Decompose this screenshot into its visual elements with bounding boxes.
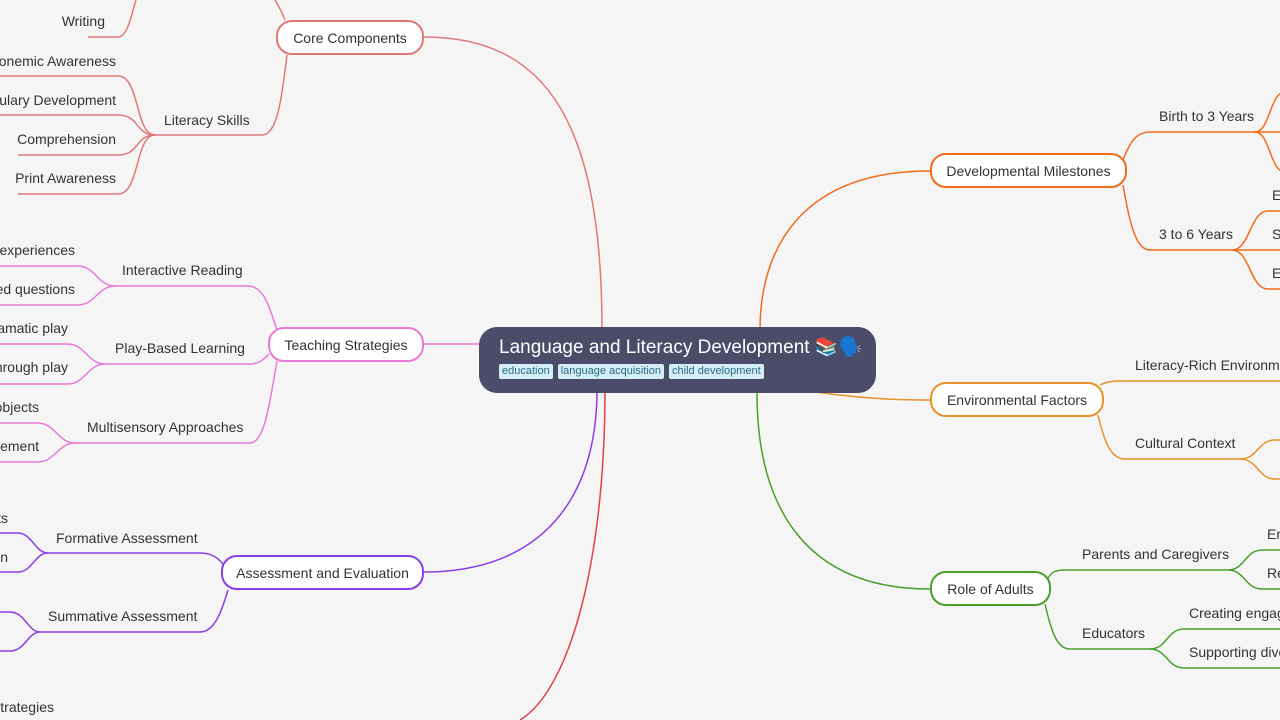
books-speaking-emoji-icon: 📚🗣️ bbox=[814, 337, 863, 358]
node-comprehension[interactable]: Comprehension bbox=[17, 130, 116, 148]
node-writing[interactable]: Writing bbox=[62, 12, 105, 30]
edge-root-core bbox=[423, 36, 603, 331]
edge-root-environmental bbox=[814, 391, 931, 401]
branch-developmental-milestones[interactable]: Developmental Milestones bbox=[930, 153, 1127, 188]
leaf-node[interactable]: objects bbox=[0, 398, 39, 416]
leaf-node[interactable]: n bbox=[0, 548, 8, 566]
node-strategies-fragment[interactable]: strategies bbox=[0, 698, 54, 716]
node-parents-caregivers[interactable]: Parents and Caregivers bbox=[1082, 545, 1229, 563]
branch-role-of-adults[interactable]: Role of Adults bbox=[930, 571, 1051, 606]
leaf-node[interactable]: E bbox=[1272, 264, 1280, 282]
edge-root-role bbox=[756, 392, 931, 590]
leaf-node[interactable]: S bbox=[1272, 225, 1280, 243]
tag[interactable]: child development bbox=[669, 364, 764, 379]
node-vocabulary-development[interactable]: Vocabulary Development bbox=[0, 91, 116, 109]
node-phonemic-awareness[interactable]: Phonemic Awareness bbox=[0, 52, 116, 70]
node-formative-assessment[interactable]: Formative Assessment bbox=[56, 529, 198, 547]
edge-core-up bbox=[274, 0, 286, 21]
edge-root-assessment bbox=[423, 389, 598, 573]
leaf-node[interactable]: Em bbox=[1267, 525, 1280, 543]
leaf-node[interactable]: ts bbox=[0, 509, 8, 527]
root-node[interactable]: Language and Literacy Development 📚🗣️ ed… bbox=[479, 327, 876, 393]
node-print-awareness[interactable]: Print Awareness bbox=[15, 169, 116, 187]
leaf-node[interactable]: E bbox=[1272, 186, 1280, 204]
node-literacy-rich-environment[interactable]: Literacy-Rich Environme bbox=[1135, 356, 1280, 374]
node-summative-assessment[interactable]: Summative Assessment bbox=[48, 607, 197, 625]
leaf-node[interactable]: ement bbox=[0, 437, 39, 455]
tag[interactable]: education bbox=[499, 364, 553, 379]
node-literacy-skills[interactable]: Literacy Skills bbox=[164, 111, 250, 129]
leaf-node[interactable]: amatic play bbox=[0, 319, 68, 337]
leaf-node[interactable]: Re bbox=[1267, 564, 1280, 582]
leaf-node[interactable]: Supporting dive bbox=[1189, 643, 1280, 661]
branch-environmental-factors[interactable]: Environmental Factors bbox=[930, 382, 1104, 417]
node-multisensory-approaches[interactable]: Multisensory Approaches bbox=[87, 418, 243, 436]
root-title: Language and Literacy Development 📚🗣️ bbox=[499, 337, 863, 358]
tag[interactable]: language acquisition bbox=[557, 364, 665, 379]
node-cultural-context[interactable]: Cultural Context bbox=[1135, 434, 1235, 452]
leaf-node[interactable]: Creating engag bbox=[1189, 604, 1280, 622]
branch-core-components[interactable]: Core Components bbox=[276, 20, 424, 55]
node-3-to-6-years[interactable]: 3 to 6 Years bbox=[1159, 225, 1233, 243]
node-birth-to-3-years[interactable]: Birth to 3 Years bbox=[1159, 107, 1254, 125]
node-play-based-learning[interactable]: Play-Based Learning bbox=[115, 339, 245, 357]
root-tags: education language acquisition child dev… bbox=[499, 364, 876, 379]
leaf-node[interactable]: experiences bbox=[0, 241, 75, 259]
node-educators[interactable]: Educators bbox=[1082, 624, 1145, 642]
edge-root-developmental bbox=[759, 170, 931, 331]
branch-teaching-strategies[interactable]: Teaching Strategies bbox=[268, 327, 424, 362]
node-interactive-reading[interactable]: Interactive Reading bbox=[122, 261, 243, 279]
leaf-node[interactable]: hrough play bbox=[0, 358, 68, 376]
leaf-node[interactable]: ed questions bbox=[0, 280, 75, 298]
branch-assessment-evaluation[interactable]: Assessment and Evaluation bbox=[221, 555, 424, 590]
